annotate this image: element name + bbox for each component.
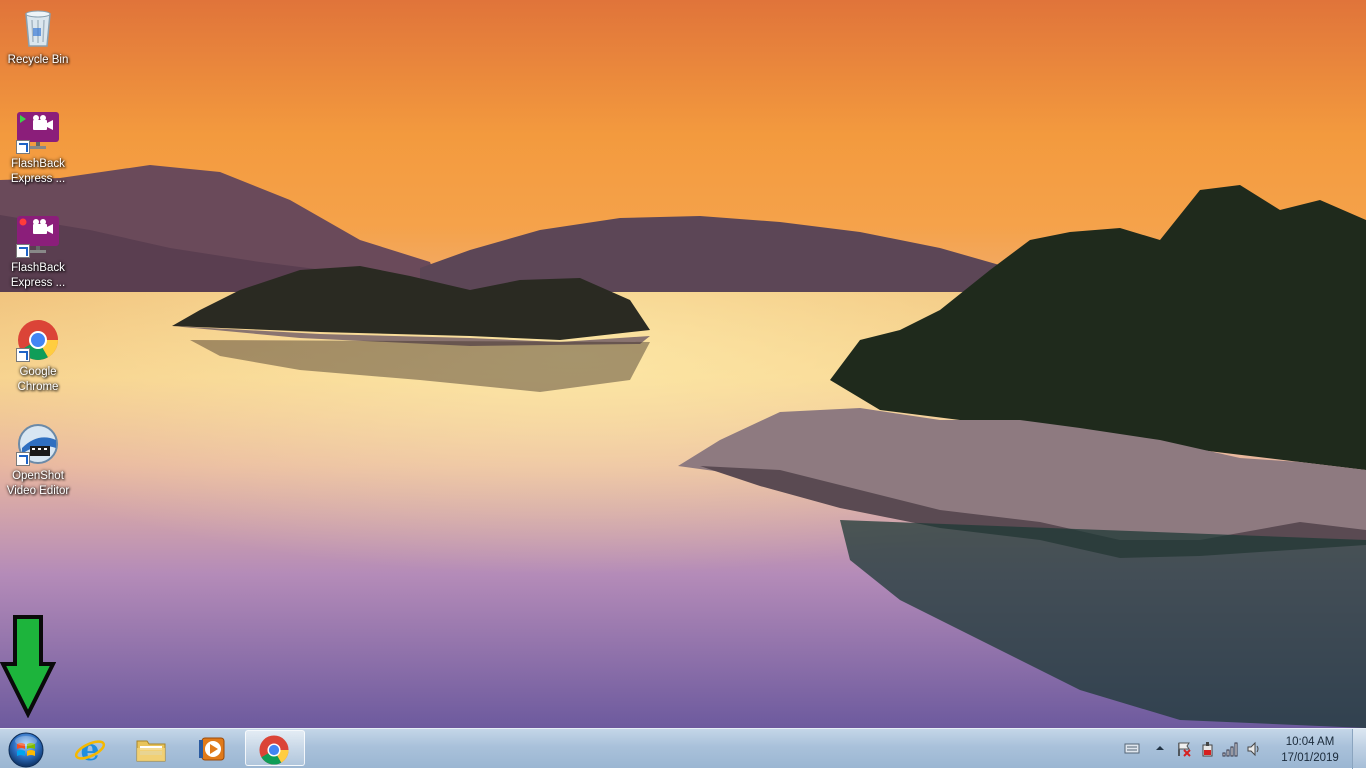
- media-player-icon: [199, 737, 225, 761]
- desktop-icon-label: FlashBack Express ...: [10, 158, 66, 185]
- chrome-icon: [259, 735, 289, 765]
- desktop-wallpaper[interactable]: [0, 0, 1366, 728]
- desktop-icon-label: Google Chrome: [17, 366, 59, 393]
- chrome-icon: [16, 318, 60, 362]
- desktop-icon-label: Recycle Bin: [7, 54, 69, 66]
- shortcut-arrow-icon: [16, 348, 30, 362]
- desktop-icon-flashback-recorder[interactable]: FlashBack Express ...: [2, 214, 74, 291]
- windows-logo-icon: [8, 732, 44, 768]
- action-center-flag-icon[interactable]: [1176, 741, 1192, 757]
- flashback-player-icon: [16, 110, 60, 154]
- desktop-icon-label: OpenShot Video Editor: [6, 470, 70, 497]
- keyboard-icon[interactable]: [1124, 741, 1140, 755]
- desktop-icon-google-chrome[interactable]: Google Chrome: [2, 318, 74, 395]
- network-signal-icon[interactable]: [1222, 741, 1238, 757]
- desktop-icon-flashback-player[interactable]: FlashBack Express ...: [2, 110, 74, 187]
- desktop-icon-openshot[interactable]: OpenShot Video Editor: [2, 422, 74, 499]
- shortcut-arrow-icon: [16, 452, 30, 466]
- clock-date: 17/01/2019: [1281, 752, 1339, 764]
- desktop-icon-label: FlashBack Express ...: [10, 262, 66, 289]
- desktop-icon-recycle-bin[interactable]: Recycle Bin: [2, 6, 74, 68]
- recycle-bin-icon: [16, 6, 60, 50]
- shortcut-arrow-icon: [16, 140, 30, 154]
- taskbar-clock[interactable]: 10:04 AM 17/01/2019: [1270, 734, 1350, 766]
- start-button[interactable]: [4, 730, 48, 768]
- show-desktop-button[interactable]: [1352, 729, 1366, 769]
- power-icon[interactable]: [1200, 741, 1216, 757]
- svg-text:e: e: [80, 733, 99, 765]
- taskbar-media-player[interactable]: [184, 730, 240, 766]
- taskbar: e 10:04 AM 17/01/2019: [0, 728, 1366, 769]
- shortcut-arrow-icon: [16, 244, 30, 258]
- openshot-icon: [16, 422, 60, 466]
- flashback-recorder-icon: [16, 214, 60, 258]
- taskbar-windows-explorer[interactable]: [123, 730, 179, 766]
- volume-icon[interactable]: [1246, 741, 1262, 757]
- folder-icon: [136, 740, 166, 762]
- clock-time: 10:04 AM: [1285, 736, 1335, 748]
- internet-explorer-icon: e: [74, 733, 106, 765]
- taskbar-google-chrome[interactable]: [245, 730, 305, 766]
- green-down-arrow-icon: [0, 615, 56, 718]
- show-hidden-icons-chevron[interactable]: [1154, 741, 1166, 755]
- taskbar-internet-explorer[interactable]: e: [62, 730, 118, 766]
